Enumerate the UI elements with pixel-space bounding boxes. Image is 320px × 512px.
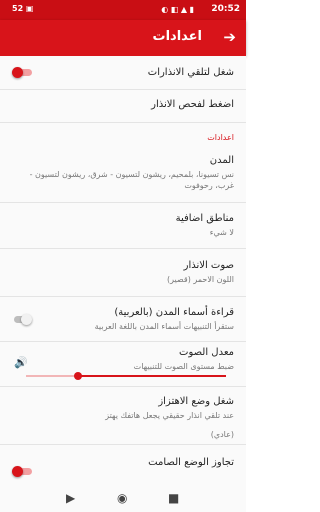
pref-cities-title: المدن — [209, 155, 234, 166]
divider — [0, 386, 246, 387]
pref-additional-areas[interactable]: مناطق اضافية لا شيء — [0, 212, 246, 238]
pref-vibrate-title: شغل وضع الاهتزاز — [158, 396, 234, 407]
switch-thumb — [12, 67, 23, 78]
page-title: اعدادات — [152, 29, 203, 44]
pref-read-city-names[interactable]: قراءة أسماء المدن (بالعربية) ستقرأ التنب… — [0, 306, 246, 332]
pref-cities-summary: نس تسيونا، بلمحيم، ريشون لتسيون - شرق، ر… — [29, 170, 234, 190]
settings-list: شغل لتلقي الانذارات اضغط لفحص الانذار اع… — [0, 56, 246, 508]
pref-vibrate-summary: عند تلقي انذار حقيقي يجعل هاتفك يهتز — [105, 411, 234, 420]
switch-thumb — [21, 314, 32, 325]
switch-thumb — [12, 466, 23, 477]
override-silent-switch[interactable] — [12, 466, 32, 477]
pref-test-alert-title: اضغط لفحص الانذار — [151, 99, 234, 110]
pref-read-city-names-summary: ستقرأ التنبيهات أسماء المدن باللغة العرب… — [94, 322, 234, 331]
volume-slider-fill — [78, 375, 226, 377]
pref-volume: معدل الصوت ضبط مستوى الصوت للتنبيهات — [0, 346, 246, 372]
app-bar: اعدادات ➔ — [0, 20, 246, 56]
status-notification-icons: 52 ▣ — [12, 4, 34, 13]
pref-test-alert[interactable]: اضغط لفحص الانذار — [0, 98, 246, 111]
enable-alerts-switch[interactable] — [12, 67, 32, 78]
nav-home-button[interactable]: ◉ — [117, 491, 127, 505]
pref-vibrate[interactable]: شغل وضع الاهتزاز عند تلقي انذار حقيقي يج… — [0, 395, 246, 440]
pref-cities[interactable]: المدن نس تسيونا، بلمحيم، ريشون لتسيون - … — [0, 154, 246, 191]
section-header: اعدادات — [207, 133, 234, 142]
divider — [0, 296, 246, 297]
pref-additional-areas-summary: لا شيء — [209, 228, 234, 237]
pref-vibrate-value: (عادي) — [210, 430, 234, 439]
arrow-forward-icon[interactable]: ➔ — [223, 28, 236, 46]
pref-alert-sound-title: صوت الانذار — [183, 260, 234, 271]
volume-up-icon: 🔊 — [14, 356, 28, 369]
pref-additional-areas-title: مناطق اضافية — [175, 213, 234, 224]
system-nav-bar: ▶ ◉ ■ — [0, 484, 246, 512]
pref-override-silent[interactable]: تجاوز الوضع الصامت — [0, 456, 246, 469]
status-bar: 52 ▣ ◐ ◧ ▲ ▮ 20:52 — [0, 0, 246, 20]
pref-enable-alerts-title: شغل لتلقي الانذارات — [147, 67, 234, 78]
pref-override-silent-title: تجاوز الوضع الصامت — [148, 457, 234, 468]
nav-back-button[interactable]: ▶ — [66, 491, 75, 505]
divider — [0, 341, 246, 342]
nav-recents-button[interactable]: ■ — [168, 491, 179, 505]
divider — [0, 202, 246, 203]
pref-volume-title: معدل الصوت — [179, 347, 234, 358]
status-system-icons: ◐ ◧ ▲ ▮ — [161, 5, 194, 14]
status-time: 20:52 — [211, 4, 240, 14]
pref-read-city-names-title: قراءة أسماء المدن (بالعربية) — [114, 307, 234, 318]
read-city-names-switch[interactable] — [12, 314, 32, 325]
pref-alert-sound-summary: اللون الاحمر (قصير) — [166, 275, 234, 284]
divider — [0, 444, 246, 445]
divider — [0, 248, 246, 249]
divider — [0, 89, 246, 90]
pref-enable-alerts[interactable]: شغل لتلقي الانذارات — [0, 66, 246, 79]
divider — [0, 122, 246, 123]
volume-slider-thumb[interactable] — [74, 372, 82, 380]
pref-alert-sound[interactable]: صوت الانذار اللون الاحمر (قصير) — [0, 259, 246, 285]
pref-volume-summary: ضبط مستوى الصوت للتنبيهات — [133, 362, 234, 371]
